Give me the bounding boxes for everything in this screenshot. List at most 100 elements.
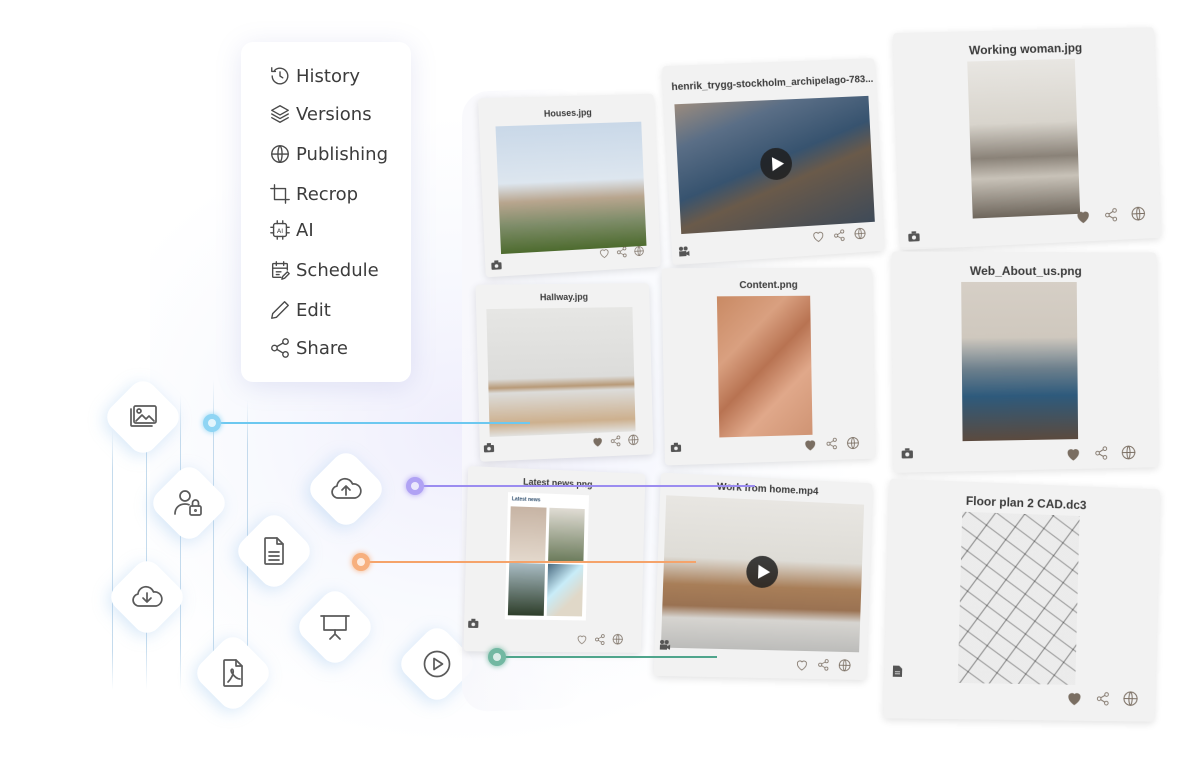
asset-card[interactable]: Web_About_us.png [891, 251, 1159, 473]
asset-type-pdf[interactable] [191, 631, 275, 715]
camera-icon [901, 448, 913, 459]
play-button[interactable] [759, 147, 793, 181]
asset-card[interactable]: Content.png [661, 267, 875, 466]
asset-title: Houses.jpg [543, 107, 592, 119]
menu-item-label: Share [296, 337, 348, 359]
svg-text:AI: AI [277, 227, 283, 235]
history-icon [271, 67, 289, 85]
globe-icon[interactable] [1122, 690, 1140, 708]
thumbnail [961, 281, 1079, 442]
asset-title: henrik_trygg-stockholm_archipelago-783..… [671, 73, 874, 94]
asset-type-images[interactable] [101, 375, 185, 459]
asset-title: Floor plan 2 CAD.dc3 [965, 493, 1087, 513]
camera-icon [468, 618, 479, 628]
thumbnail [495, 121, 647, 255]
context-menu: History Versions Publishing Recrop AI AI… [241, 42, 411, 382]
video-camera-icon [659, 639, 671, 650]
images-icon [130, 405, 157, 427]
cloud-download-icon [132, 585, 163, 607]
asset-type-user-access[interactable] [147, 461, 231, 545]
share-icon[interactable] [1095, 691, 1110, 706]
share-icon[interactable] [1103, 207, 1118, 222]
heart-filled-icon[interactable] [591, 435, 604, 447]
menu-item-label: Schedule [296, 259, 379, 281]
menu-item-versions[interactable]: Versions [269, 103, 372, 125]
asset-card[interactable]: Work from home.mp4 [653, 472, 873, 681]
thumbnail [660, 495, 865, 653]
globe-icon[interactable] [1120, 444, 1137, 461]
presentation-icon [320, 615, 350, 640]
globe-icon[interactable] [611, 633, 624, 646]
camera-icon [670, 442, 682, 453]
globe-icon[interactable] [627, 433, 640, 446]
play-circle-icon [423, 650, 451, 678]
asset-type-document[interactable] [232, 509, 316, 593]
connector-line-orange [361, 561, 696, 563]
menu-item-share[interactable]: Share [269, 337, 348, 359]
heart-icon[interactable] [575, 633, 588, 645]
menu-item-label: Edit [296, 299, 331, 321]
share-icon[interactable] [616, 246, 628, 259]
schedule-icon [271, 261, 290, 280]
menu-item-label: Versions [296, 103, 372, 125]
menu-item-label: History [296, 65, 361, 87]
menu-item-recrop[interactable]: Recrop [269, 183, 358, 205]
layers-icon [271, 105, 289, 123]
globe-icon[interactable] [633, 245, 645, 257]
thumbnail [957, 511, 1080, 685]
globe-icon[interactable] [846, 435, 861, 450]
share-icon[interactable] [1094, 445, 1109, 460]
globe-icon[interactable] [853, 226, 867, 241]
heart-filled-icon[interactable] [1064, 445, 1082, 461]
play-button[interactable] [745, 555, 779, 589]
asset-type-presentation[interactable] [293, 585, 377, 669]
globe-icon[interactable] [1130, 205, 1147, 223]
connector-line-blue [212, 422, 530, 424]
menu-item-ai[interactable]: AI AI [269, 219, 314, 241]
asset-card[interactable]: Latest news.png Latest news [463, 466, 646, 653]
connector-line-purple [415, 485, 755, 487]
asset-type-cloud-download[interactable] [105, 555, 189, 639]
menu-item-label: Publishing [296, 143, 388, 165]
file-icon [892, 665, 903, 677]
share-icon[interactable] [825, 437, 838, 450]
connector-line-green [497, 656, 717, 658]
menu-item-publishing[interactable]: Publishing [269, 143, 388, 165]
thumbnail [486, 307, 636, 437]
user-lock-icon [174, 490, 202, 516]
heart-icon[interactable] [598, 247, 610, 260]
connector-dot-green [488, 648, 506, 666]
asset-title: Working woman.jpg [968, 40, 1083, 58]
globe-icon [271, 145, 289, 163]
heart-icon[interactable] [811, 229, 825, 244]
asset-card[interactable]: Floor plan 2 CAD.dc3 [883, 478, 1161, 722]
pdf-icon [223, 659, 243, 687]
share-icon [271, 338, 289, 358]
globe-icon[interactable] [837, 658, 852, 673]
asset-card[interactable]: Houses.jpg [477, 93, 661, 278]
asset-type-cloud-upload[interactable] [304, 447, 388, 531]
menu-item-history[interactable]: History [269, 65, 360, 87]
share-icon[interactable] [610, 434, 622, 446]
cloud-upload-icon [331, 477, 362, 499]
asset-card[interactable]: Hallway.jpg [475, 283, 654, 462]
share-icon[interactable] [817, 658, 830, 671]
asset-card[interactable]: Working woman.jpg [892, 27, 1161, 251]
asset-card[interactable]: henrik_trygg-stockholm_archipelago-783..… [662, 58, 885, 266]
video-camera-icon [678, 246, 690, 257]
thumbnail [967, 58, 1081, 219]
connector-dot-purple [406, 477, 424, 495]
share-icon[interactable] [594, 633, 606, 645]
menu-item-edit[interactable]: Edit [269, 299, 331, 321]
asset-title: Content.png [739, 279, 798, 292]
heart-filled-icon[interactable] [1065, 689, 1084, 706]
connector-dot-orange [352, 553, 370, 571]
heart-filled-icon[interactable] [1074, 208, 1092, 225]
asset-title: Hallway.jpg [539, 291, 589, 303]
share-icon[interactable] [833, 228, 846, 242]
heart-icon[interactable] [794, 657, 809, 671]
menu-item-schedule[interactable]: Schedule [269, 259, 379, 281]
thumbnail: Latest news [504, 492, 590, 621]
menu-item-label: AI [296, 219, 314, 241]
heart-filled-icon[interactable] [803, 437, 818, 451]
